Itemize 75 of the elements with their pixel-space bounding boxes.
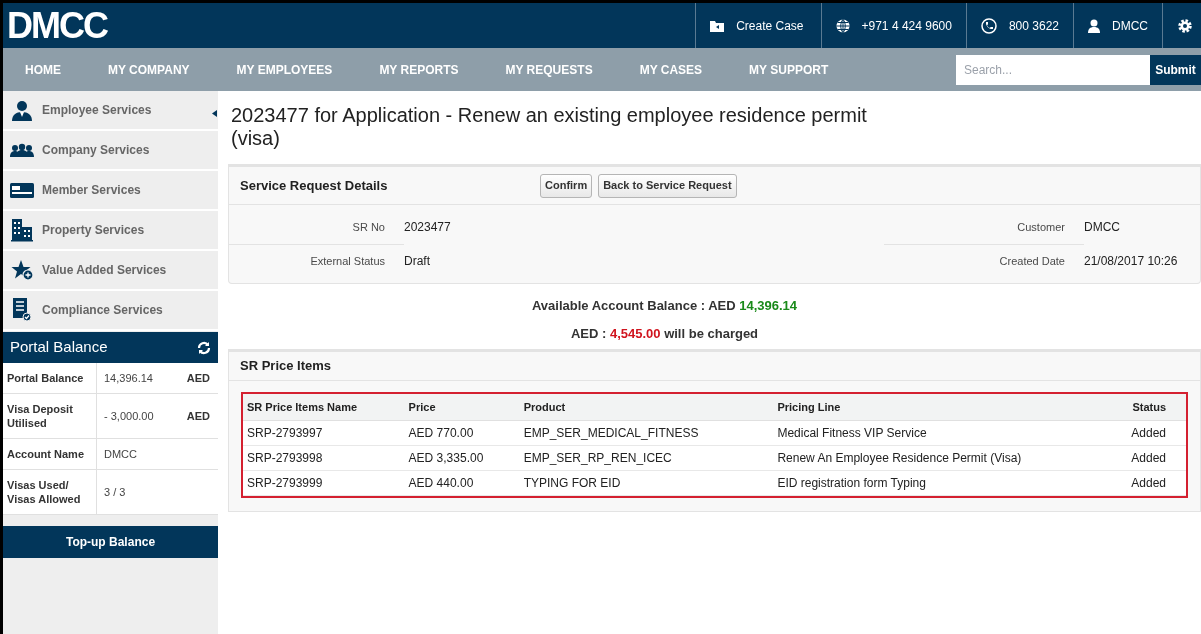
charge-text: AED : 4,545.00 will be charged bbox=[570, 324, 759, 343]
row-label: Account Name bbox=[3, 439, 97, 469]
balance-text: Available Account Balance : AED 14,396.14 bbox=[531, 297, 798, 315]
table-cell: AED 3,335.00 bbox=[404, 445, 520, 471]
row-value: 3 / 3 bbox=[103, 484, 127, 500]
top-up-button[interactable]: Top-up Balance bbox=[3, 526, 218, 558]
table-cell: Added bbox=[1127, 420, 1186, 446]
field-label: SR No bbox=[229, 211, 404, 245]
field-label: Created Date bbox=[998, 253, 1066, 269]
column-header: Product bbox=[519, 393, 774, 421]
row-value: DMCC bbox=[103, 446, 138, 462]
folder-icon bbox=[710, 19, 725, 32]
sidebar-item[interactable]: Employee Services bbox=[3, 91, 218, 131]
table-cell: EMP_SER_RP_REN_ICEC bbox=[519, 445, 774, 471]
action-button[interactable]: Confirm bbox=[540, 173, 593, 198]
table-cell: TYPING FOR EID bbox=[519, 470, 774, 496]
row-label: Visas Used/ Visas Allowed bbox=[3, 470, 97, 514]
search-field[interactable]: Search... bbox=[956, 54, 1150, 85]
nav-link[interactable]: HOME bbox=[25, 60, 61, 79]
panel-title: Service Request Details bbox=[240, 176, 389, 195]
table-cell: SRP-2793997 bbox=[243, 420, 405, 446]
checklist-icon bbox=[12, 298, 32, 322]
nav-link[interactable]: MY CASES bbox=[639, 60, 703, 79]
nav-link[interactable]: MY REPORTS bbox=[379, 60, 459, 79]
logo[interactable]: DMCC bbox=[3, 3, 107, 48]
column-header: SR Price Items Name bbox=[243, 393, 405, 421]
panel-title: Portal Balance bbox=[10, 337, 108, 358]
row-label: Portal Balance bbox=[3, 363, 97, 393]
column-header: Status bbox=[1127, 393, 1186, 421]
table-cell: AED 440.00 bbox=[404, 470, 520, 496]
collapse-arrow-icon[interactable] bbox=[212, 110, 217, 117]
star-plus-icon bbox=[10, 259, 34, 281]
table-cell: Added bbox=[1127, 445, 1186, 471]
table-cell: Medical Fitness VIP Service bbox=[773, 420, 1128, 446]
sidebar-item[interactable]: Property Services bbox=[3, 211, 218, 251]
settings-icon[interactable] bbox=[1177, 17, 1193, 34]
action-button[interactable]: Back to Service Request bbox=[598, 173, 737, 198]
page-title: 2023477 for Application - Renew an existing employee residence permit (visa) bbox=[230, 104, 868, 150]
field-label: External Status bbox=[309, 253, 386, 269]
phone-icon bbox=[980, 17, 997, 34]
table-cell: EMP_SER_MEDICAL_FITNESS bbox=[519, 420, 774, 446]
column-header: Pricing Line bbox=[773, 393, 1128, 421]
submit-button[interactable]: Submit bbox=[1150, 54, 1201, 85]
user-icon bbox=[1088, 18, 1100, 33]
nav-link[interactable]: MY EMPLOYEES bbox=[236, 60, 333, 79]
sidebar-item[interactable]: Member Services bbox=[3, 171, 218, 211]
unit-label: AED bbox=[185, 408, 211, 424]
field-value: 2023477 bbox=[404, 219, 452, 236]
refresh-icon[interactable] bbox=[197, 340, 211, 355]
sidebar-item[interactable]: Company Services bbox=[3, 131, 218, 171]
card-icon bbox=[10, 182, 34, 198]
field-label: Customer bbox=[884, 211, 1084, 245]
field-value: 21/08/2017 10:26 bbox=[1084, 252, 1179, 270]
column-header: Price bbox=[404, 393, 520, 421]
nav-link[interactable]: MY REQUESTS bbox=[505, 60, 593, 79]
globe-icon bbox=[835, 18, 850, 33]
field-value: Draft bbox=[404, 252, 431, 270]
table-cell: Renew An Employee Residence Permit (Visa) bbox=[773, 445, 1128, 471]
buildings-icon bbox=[11, 218, 33, 242]
table-cell: AED 770.00 bbox=[404, 420, 520, 446]
table-cell: SRP-2793998 bbox=[243, 445, 405, 471]
group-icon bbox=[10, 143, 34, 157]
panel-title: SR Price Items bbox=[229, 352, 1200, 381]
field-value: DMCC bbox=[1084, 219, 1121, 236]
table-cell: SRP-2793999 bbox=[243, 470, 405, 496]
row-label: Visa Deposit Utilised bbox=[3, 394, 97, 438]
sidebar-item[interactable]: Value Added Services bbox=[3, 251, 218, 291]
unit-label: AED bbox=[185, 370, 211, 386]
table-cell: EID registration form Typing bbox=[773, 470, 1128, 496]
nav-link[interactable]: MY COMPANY bbox=[108, 60, 190, 79]
nav-link[interactable]: MY SUPPORT bbox=[749, 60, 829, 79]
person-icon bbox=[11, 99, 33, 121]
table-cell: Added bbox=[1127, 470, 1186, 496]
row-value: 14,396.14 bbox=[103, 370, 154, 386]
row-value: - 3,000.00 bbox=[103, 408, 155, 424]
